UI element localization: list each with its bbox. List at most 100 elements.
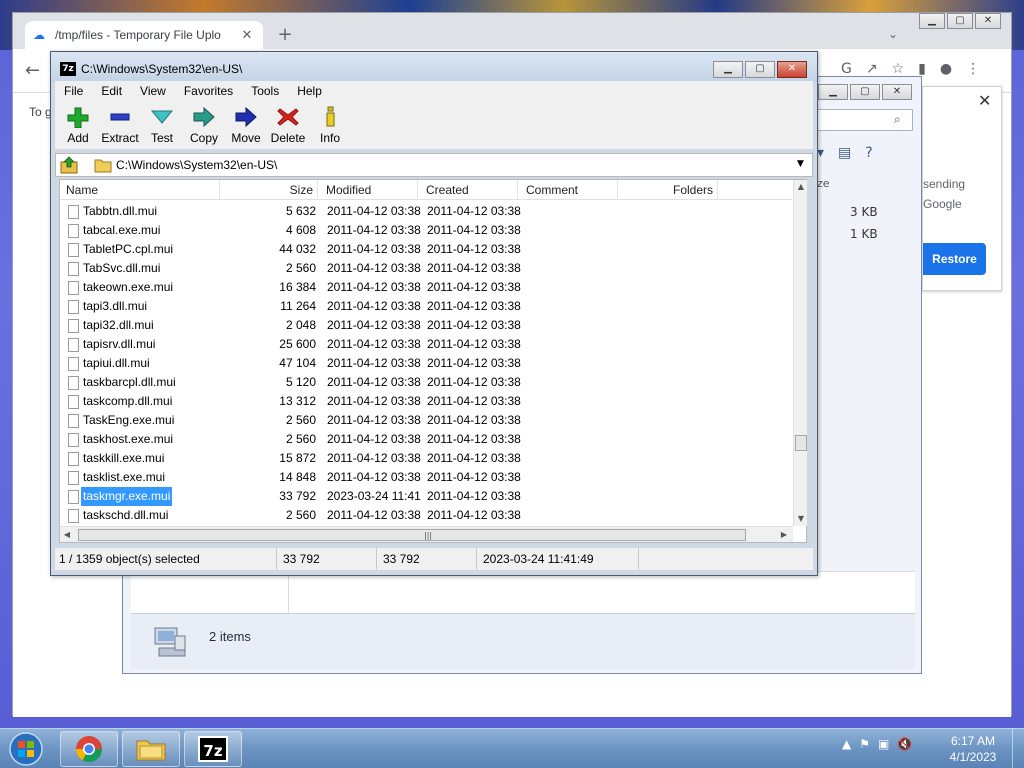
table-row[interactable]: taskhost.exe.mui 2 560 2011-04-12 03:38 201… — [60, 430, 792, 449]
preview-pane-icon[interactable]: ▤ — [838, 145, 851, 161]
copy-button[interactable]: Copy — [183, 101, 225, 149]
new-tab-button[interactable]: + — [275, 25, 295, 45]
scroll-thumb[interactable]: ||| — [78, 529, 746, 541]
taskbar-chrome-button[interactable] — [60, 731, 118, 767]
table-row[interactable]: Tabbtn.dll.mui 5 632 2011-04-12 03:38 2011-… — [60, 202, 792, 221]
file-icon — [68, 452, 79, 466]
chevron-down-icon[interactable]: ▾ — [817, 145, 824, 161]
scroll-down-arrow-icon[interactable]: ▼ — [794, 512, 808, 526]
file-icon — [68, 300, 79, 314]
table-row[interactable]: taskschd.dll.mui 2 560 2011-04-12 03:38 201… — [60, 506, 792, 525]
sidepanel-icon[interactable]: ▮ — [918, 61, 926, 77]
volume-muted-icon[interactable]: 🔇 — [897, 737, 912, 751]
minimize-button[interactable]: ▁ — [919, 13, 945, 29]
close-button[interactable]: ✕ — [882, 84, 912, 100]
table-row[interactable]: takeown.exe.mui 16 384 2011-04-12 03:38 201… — [60, 278, 792, 297]
file-modified: 2011-04-12 03:38 — [327, 451, 421, 465]
check-arrow-icon — [150, 110, 174, 124]
table-row[interactable]: tapiui.dll.mui 47 104 2011-04-12 03:38 2011… — [60, 354, 792, 373]
maximize-button[interactable]: ▢ — [947, 13, 973, 29]
file-modified: 2011-04-12 03:38 — [327, 470, 421, 484]
column-size[interactable]: Size — [220, 180, 318, 200]
star-icon[interactable]: ☆ — [892, 61, 905, 77]
clock[interactable]: 6:17 AM 4/1/2023 — [940, 733, 1006, 765]
list-header: Name Size Modified Created Comment Folde… — [60, 180, 792, 200]
back-arrow-icon[interactable]: ← — [25, 61, 45, 81]
scroll-up-arrow-icon[interactable]: ▲ — [794, 180, 808, 194]
close-button[interactable]: ✕ — [777, 61, 807, 78]
close-icon[interactable]: ✕ — [978, 91, 991, 110]
table-row[interactable]: TabSvc.dll.mui 2 560 2011-04-12 03:38 2011-… — [60, 259, 792, 278]
close-button[interactable]: ✕ — [975, 13, 1001, 29]
explorer-search-input[interactable]: ⌕ — [817, 109, 913, 131]
table-row[interactable]: TabletPC.cpl.mui 44 032 2011-04-12 03:38 20… — [60, 240, 792, 259]
vertical-scrollbar[interactable]: ▲ ▼ — [793, 180, 807, 526]
info-button[interactable]: Info — [309, 101, 351, 149]
table-row[interactable]: taskkill.exe.mui 15 872 2011-04-12 03:38 20… — [60, 449, 792, 468]
chevron-down-icon[interactable]: ▼ — [797, 159, 804, 169]
move-button[interactable]: Move — [225, 101, 267, 149]
menu-edit[interactable]: Edit — [92, 81, 131, 101]
action-center-icon[interactable]: ⚑ — [859, 737, 870, 751]
file-name: tapiui.dll.mui — [83, 356, 150, 370]
table-row[interactable]: tabcal.exe.mui 4 608 2011-04-12 03:38 2011-… — [60, 221, 792, 240]
scroll-left-arrow-icon[interactable]: ◀ — [60, 527, 74, 543]
minus-icon — [110, 113, 130, 121]
maximize-button[interactable]: ▢ — [745, 61, 775, 78]
table-row[interactable]: taskcomp.dll.mui 13 312 2011-04-12 03:38 20… — [60, 392, 792, 411]
column-modified[interactable]: Modified — [318, 180, 418, 200]
column-header-size[interactable]: ze — [817, 177, 830, 190]
menu-view[interactable]: View — [131, 81, 175, 101]
table-row[interactable]: tasklist.exe.mui 14 848 2011-04-12 03:38 20… — [60, 468, 792, 487]
show-hidden-icons-icon[interactable]: ▲ — [842, 737, 851, 751]
path-input[interactable]: C:\Windows\System32\en-US\ — [116, 158, 277, 172]
delete-button[interactable]: Delete — [267, 101, 309, 149]
column-created[interactable]: Created — [418, 180, 518, 200]
title-bar[interactable]: 7z C:\Windows\System32\en-US\ ▁ ▢ ✕ — [51, 52, 817, 82]
column-comment[interactable]: Comment — [518, 180, 618, 200]
scroll-thumb[interactable] — [795, 435, 807, 451]
file-icon — [68, 338, 79, 352]
start-button[interactable] — [4, 730, 48, 768]
show-desktop-button[interactable] — [1012, 729, 1024, 768]
status-bar: 1 / 1359 object(s) selected 33 792 33 79… — [55, 548, 813, 570]
help-icon[interactable]: ? — [865, 145, 872, 161]
table-row[interactable]: tapisrv.dll.mui 25 600 2011-04-12 03:38 201… — [60, 335, 792, 354]
test-button[interactable]: Test — [141, 101, 183, 149]
tab-close-icon[interactable]: ✕ — [239, 27, 255, 43]
menu-favorites[interactable]: Favorites — [175, 81, 242, 101]
taskbar-7zip-button[interactable]: 7z — [184, 731, 242, 767]
tab-search-chevron-icon[interactable]: ⌄ — [885, 27, 901, 43]
file-size: 2 560 — [285, 261, 316, 275]
profile-icon[interactable]: ● — [940, 61, 952, 77]
horizontal-scrollbar[interactable]: ◀ ||| ▶ — [60, 526, 793, 542]
menu-kebab-icon[interactable]: ⋮ — [966, 61, 980, 77]
column-folders[interactable]: Folders — [618, 180, 718, 200]
minimize-button[interactable]: ▁ — [818, 84, 848, 100]
menu-file[interactable]: File — [55, 81, 92, 101]
table-row[interactable]: taskmgr.exe.mui 33 792 2023-03-24 11:41 201… — [60, 487, 792, 506]
table-row[interactable]: taskbarcpl.dll.mui 5 120 2011-04-12 03:38 2… — [60, 373, 792, 392]
file-icon — [68, 471, 79, 485]
table-row[interactable]: TaskEng.exe.mui 2 560 2011-04-12 03:38 2011… — [60, 411, 792, 430]
up-folder-icon[interactable] — [60, 156, 78, 174]
table-row[interactable]: tapi32.dll.mui 2 048 2011-04-12 03:38 2011-… — [60, 316, 792, 335]
taskbar-explorer-button[interactable] — [122, 731, 180, 767]
network-icon[interactable]: ▣ — [878, 737, 889, 751]
menu-tools[interactable]: Tools — [242, 81, 288, 101]
menu-help[interactable]: Help — [288, 81, 331, 101]
share-icon[interactable]: ↗ — [866, 61, 878, 77]
google-icon[interactable]: G — [841, 61, 852, 77]
add-button[interactable]: Add — [57, 101, 99, 149]
file-created: 2011-04-12 03:38 — [427, 432, 521, 446]
column-name[interactable]: Name — [60, 180, 220, 200]
file-name: tapisrv.dll.mui — [83, 337, 156, 351]
file-name: Tabbtn.dll.mui — [83, 204, 158, 218]
scroll-right-arrow-icon[interactable]: ▶ — [777, 527, 791, 543]
minimize-button[interactable]: ▁ — [713, 61, 743, 78]
extract-button[interactable]: Extract — [99, 101, 141, 149]
chrome-tab[interactable]: ☁ /tmp/files - Temporary File Uplo ✕ — [25, 21, 263, 49]
maximize-button[interactable]: ▢ — [850, 84, 880, 100]
table-row[interactable]: tapi3.dll.mui 11 264 2011-04-12 03:38 2011-… — [60, 297, 792, 316]
restore-button[interactable]: Restore — [923, 243, 986, 275]
